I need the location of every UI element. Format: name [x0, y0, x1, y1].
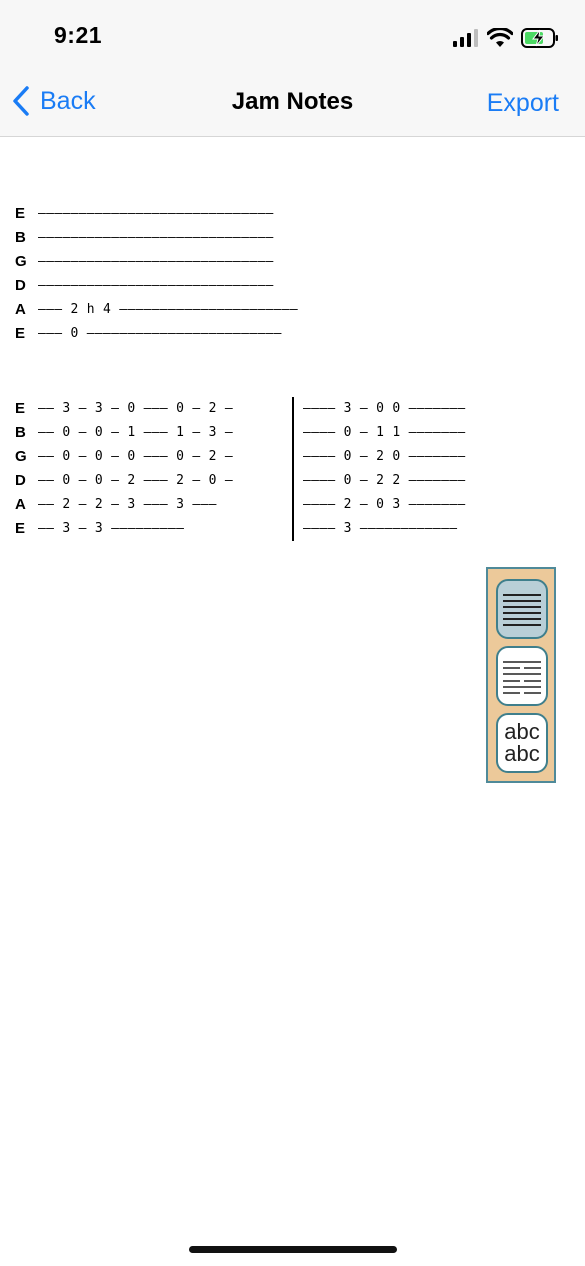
- navigation-bar: Back Jam Notes Export: [0, 72, 585, 137]
- tab-measure-1: —— 0 — 0 — 1 ——— 1 — 3 —: [38, 425, 234, 440]
- string-label: E: [15, 325, 26, 342]
- tab-line: —————————————————————————————: [38, 230, 274, 245]
- tab-measure-1: —— 3 — 3 —————————: [38, 521, 185, 536]
- tab-line: —————————————————————————————: [38, 254, 274, 269]
- string-label: E: [15, 400, 26, 417]
- staff-lines-icon: [503, 594, 541, 626]
- status-time: 9:21: [54, 22, 103, 48]
- tab-measure-2: ———— 0 — 2 0 ———————: [303, 449, 466, 464]
- staff-lines-button[interactable]: [496, 579, 548, 639]
- export-button[interactable]: Export: [487, 89, 559, 118]
- tab-measure-2: ———— 2 — 0 3 ———————: [303, 497, 466, 512]
- tab-line: ——— 2 h 4 ——————————————————————: [38, 302, 299, 317]
- cellular-signal-icon: [453, 29, 478, 47]
- status-bar: 9:21: [0, 0, 585, 72]
- insert-toolbox: abc abc: [486, 567, 556, 783]
- tab-line: ——— 0 ————————————————————————: [38, 326, 282, 341]
- tab-measure-2: ———— 3 — 0 0 ———————: [303, 401, 466, 416]
- string-label: B: [15, 229, 26, 246]
- text-icon: abc abc: [498, 721, 546, 765]
- tab-line: —————————————————————————————: [38, 278, 274, 293]
- chevron-left-icon: [13, 86, 29, 116]
- tab-measure-1: —— 0 — 0 — 0 ——— 0 — 2 —: [38, 449, 234, 464]
- tab-lines-button[interactable]: [496, 646, 548, 706]
- tab-measure-1: —— 3 — 3 — 0 ——— 0 — 2 —: [38, 401, 234, 416]
- string-label: E: [15, 205, 26, 222]
- text-button[interactable]: abc abc: [496, 713, 548, 773]
- string-label: B: [15, 424, 26, 441]
- string-label: D: [15, 277, 26, 294]
- string-label: A: [15, 496, 26, 513]
- tab-measure-2: ———— 0 — 1 1 ———————: [303, 425, 466, 440]
- tab-measure-2: ———— 3 ————————————: [303, 521, 458, 536]
- back-button[interactable]: Back: [12, 86, 96, 116]
- text-icon-line: abc: [504, 719, 540, 744]
- battery-charging-icon: [521, 28, 558, 48]
- measure-barline: [292, 397, 294, 541]
- tab-measure-2: ———— 0 — 2 2 ———————: [303, 473, 466, 488]
- text-icon-line: abc: [504, 741, 540, 766]
- tab-measure-1: —— 0 — 0 — 2 ——— 2 — 0 —: [38, 473, 234, 488]
- tab-lines-icon: [503, 661, 541, 694]
- tab-measure-1: —— 2 — 2 — 3 ——— 3 ———: [38, 497, 217, 512]
- string-label: D: [15, 472, 26, 489]
- home-indicator[interactable]: [189, 1246, 397, 1253]
- string-label: G: [15, 448, 27, 465]
- string-label: A: [15, 301, 26, 318]
- wifi-icon: [487, 28, 513, 47]
- back-label: Back: [40, 86, 96, 115]
- status-icons: [453, 26, 559, 50]
- tab-line: —————————————————————————————: [38, 206, 274, 221]
- string-label: G: [15, 253, 27, 270]
- string-label: E: [15, 520, 26, 537]
